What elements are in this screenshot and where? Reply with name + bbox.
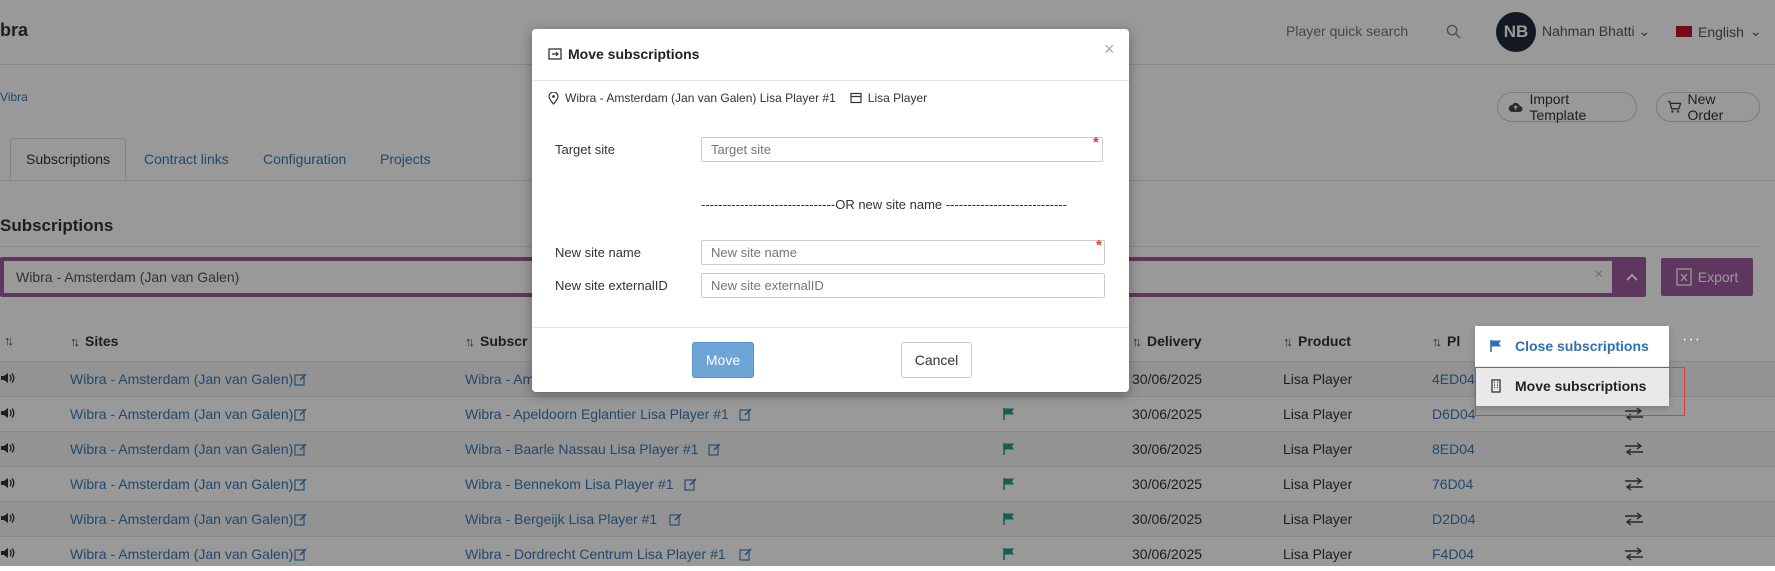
dialog-footer-divider: [532, 327, 1129, 328]
new-site-name-label: New site name: [555, 245, 641, 260]
new-site-externalid-input[interactable]: [701, 273, 1105, 298]
flag-icon: [1490, 340, 1501, 352]
move-button[interactable]: Move: [692, 342, 754, 378]
or-separator: -------------------------------OR new si…: [701, 197, 1067, 212]
new-site-name-input[interactable]: [701, 240, 1105, 265]
move-icon: [548, 48, 562, 60]
required-marker: *: [1093, 134, 1099, 151]
target-site-label: Target site: [555, 142, 615, 157]
subscription-info-site: Wibra - Amsterdam (Jan van Galen) Lisa P…: [565, 91, 836, 105]
player-box-icon: [850, 92, 862, 104]
close-icon[interactable]: ×: [1104, 39, 1115, 60]
cancel-button[interactable]: Cancel: [901, 342, 972, 378]
dialog-title: Move subscriptions: [548, 46, 699, 62]
map-pin-icon: [548, 91, 559, 105]
close-subscriptions-menu-item[interactable]: Close subscriptions: [1475, 326, 1669, 366]
target-site-input[interactable]: [701, 137, 1103, 162]
dialog-header-divider: [532, 80, 1129, 81]
move-subscriptions-dialog: Move subscriptions × Wibra - Amsterdam (…: [532, 29, 1129, 392]
highlight-box: [1475, 367, 1685, 416]
new-site-externalid-label: New site externalID: [555, 278, 668, 293]
subscription-info: Wibra - Amsterdam (Jan van Galen) Lisa P…: [548, 91, 927, 105]
subscription-info-product: Lisa Player: [867, 91, 928, 105]
more-options-icon[interactable]: ···: [1682, 331, 1701, 349]
required-marker: *: [1096, 237, 1102, 254]
